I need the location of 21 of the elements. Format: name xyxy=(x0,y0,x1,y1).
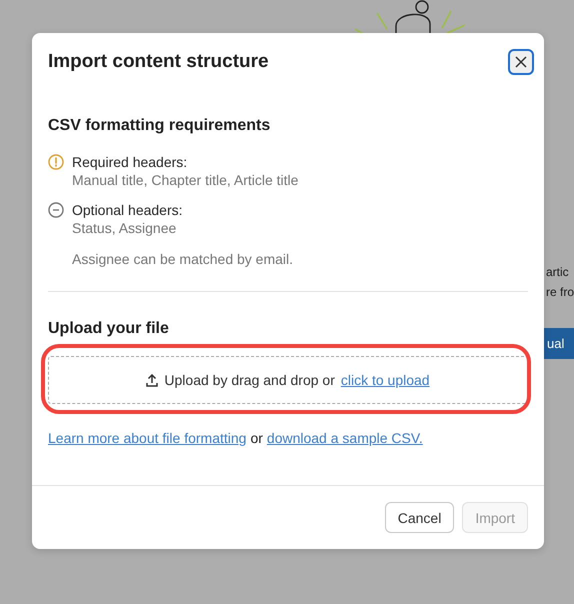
requirement-label: Optional headers: xyxy=(72,201,183,219)
upload-icon xyxy=(146,374,158,386)
note-text: Assignee can be matched by email. xyxy=(72,251,294,267)
sample-csv-link[interactable]: download a sample CSV. xyxy=(266,430,423,446)
requirement-value: Status, Assignee xyxy=(72,219,178,237)
formatting-link[interactable]: Learn more about file formatting xyxy=(48,430,246,446)
background-text: artic xyxy=(546,265,569,279)
upload-prompt: Upload by drag and drop or xyxy=(164,372,335,388)
requirement-label: Required headers: xyxy=(72,153,188,171)
joiner-text: or xyxy=(250,430,263,446)
upload-link[interactable]: click to upload xyxy=(340,372,430,388)
section-heading: Upload your file xyxy=(48,320,170,338)
close-button[interactable] xyxy=(508,49,534,75)
close-icon xyxy=(515,56,527,68)
dialog-title: Import content structure xyxy=(48,51,269,73)
cancel-button[interactable]: Cancel xyxy=(384,502,454,533)
minus-circle-icon xyxy=(48,202,64,218)
warning-icon xyxy=(48,154,64,170)
background-text: re fro xyxy=(546,285,574,299)
section-heading: CSV formatting requirements xyxy=(48,117,272,135)
requirement-value: Manual title, Chapter title, Article title xyxy=(72,171,298,189)
